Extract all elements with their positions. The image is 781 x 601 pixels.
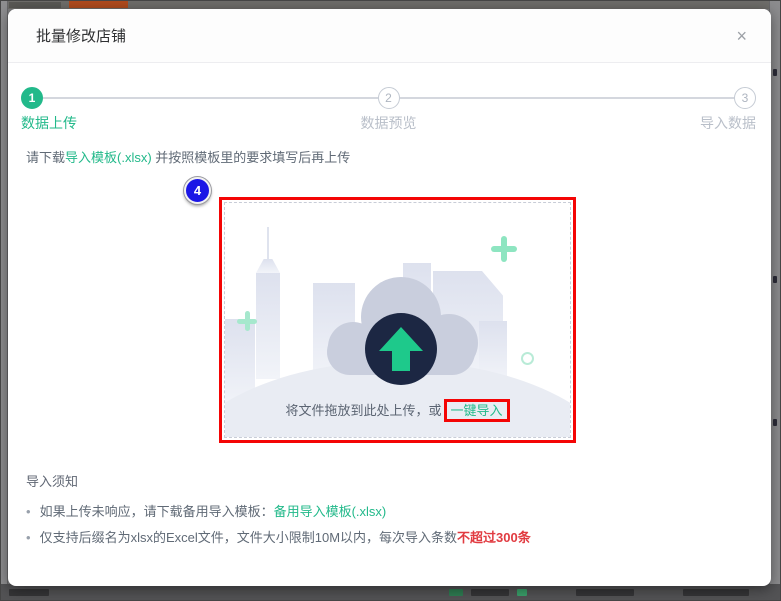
- notice-item-text: 仅支持后缀名为xlsx的Excel文件，文件大小限制10M以内，每次导入条数: [39, 530, 458, 545]
- background-green-fragment: [517, 589, 527, 596]
- background-top-strip: [1, 1, 780, 9]
- background-text-fragment: [576, 589, 634, 596]
- step-1-label: 数据上传: [21, 115, 77, 131]
- background-tab-fragment: [9, 2, 61, 8]
- step-2-circle: 2: [377, 87, 400, 109]
- background-bottom-strip: [1, 584, 780, 600]
- stepper-track: 1 2 3: [21, 87, 756, 109]
- drop-hint-row: 将文件拖放到此处上传，或 一键导入: [225, 399, 570, 422]
- download-template-link[interactable]: 导入模板(.xlsx): [65, 150, 152, 165]
- annotation-badge-4: 4: [184, 177, 211, 204]
- one-click-import-link[interactable]: 一键导入: [443, 399, 510, 422]
- step-3-circle: 3: [734, 87, 756, 109]
- stepper-connector: [399, 97, 734, 99]
- cloud-upload-icon: [327, 277, 478, 385]
- notice-item: 如果上传未响应，请下载备用导入模板：备用导入模板(.xlsx): [26, 499, 751, 525]
- step-1-circle: 1: [21, 87, 43, 109]
- stepper-connector: [43, 97, 378, 99]
- step-2-label: 数据预览: [360, 115, 417, 131]
- background-left-edge: [1, 1, 8, 600]
- backup-template-link[interactable]: 备用导入模板(.xlsx): [274, 504, 387, 519]
- background-text-fragment: [683, 589, 749, 596]
- instruction-prefix: 请下载: [26, 150, 66, 165]
- background-text-fragment: [9, 589, 49, 596]
- dialog-title: 批量修改店铺: [36, 28, 127, 45]
- notice-item-text: 如果上传未响应，请下载备用导入模板：: [39, 504, 274, 519]
- background-text-fragment: [471, 589, 509, 596]
- building-antenna-illustration: [267, 227, 269, 261]
- upload-dropzone[interactable]: 将文件拖放到此处上传，或 一键导入: [224, 202, 571, 438]
- plus-decoration-icon: [491, 236, 517, 262]
- screenshot-frame: 批量修改店铺 × 1 2 3 数据上传 数据预览 导入数据 请下载导入模板(.x…: [0, 0, 781, 601]
- background-green-fragment: [449, 589, 463, 596]
- building-illustration: [256, 273, 280, 379]
- notice-item: 仅支持后缀名为xlsx的Excel文件，文件大小限制10M以内，每次导入条数不超…: [26, 525, 751, 551]
- upload-area-annotation-box: 将文件拖放到此处上传，或 一键导入: [219, 197, 576, 443]
- background-scroll-mark: [773, 276, 777, 283]
- batch-edit-shop-dialog: 批量修改店铺 × 1 2 3 数据上传 数据预览 导入数据 请下载导入模板(.x…: [8, 9, 771, 586]
- plus-decoration-icon: [237, 311, 257, 331]
- drop-hint-text: 将文件拖放到此处上传，或: [285, 403, 442, 418]
- circle-decoration-icon: [521, 352, 534, 365]
- notice-item-warning: 不超过300条: [457, 530, 531, 545]
- background-scroll-mark: [773, 69, 777, 76]
- background-scroll-mark: [773, 419, 777, 426]
- notice-list: 如果上传未响应，请下载备用导入模板：备用导入模板(.xlsx) 仅支持后缀名为x…: [26, 499, 751, 551]
- notice-title: 导入须知: [26, 474, 79, 489]
- building-illustration: [256, 259, 280, 273]
- template-instruction: 请下载导入模板(.xlsx) 并按照模板里的要求填写后再上传: [26, 147, 350, 166]
- stepper-labels: 数据上传 数据预览 导入数据: [21, 113, 756, 133]
- step-3-label: 导入数据: [700, 115, 756, 131]
- background-orange-fragment: [69, 1, 128, 8]
- dialog-header: 批量修改店铺 ×: [8, 9, 771, 63]
- instruction-suffix: 并按照模板里的要求填写后再上传: [151, 150, 351, 165]
- close-icon[interactable]: ×: [736, 27, 747, 45]
